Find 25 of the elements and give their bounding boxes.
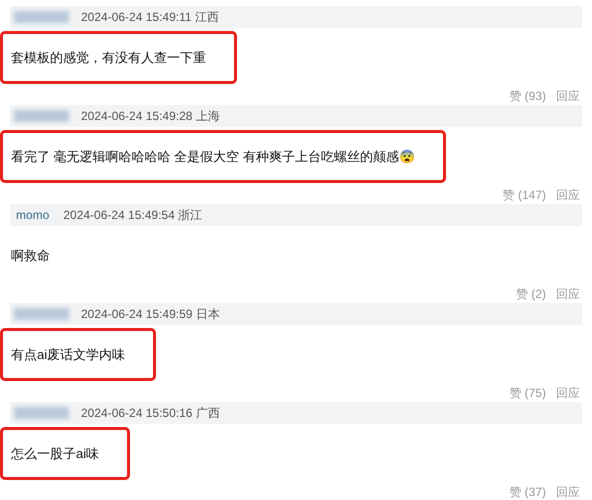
like-button[interactable]: 赞 (2) bbox=[516, 285, 546, 303]
blurred-username bbox=[14, 308, 69, 320]
comment-time: 2024-06-24 15:49:59 日本 bbox=[81, 306, 220, 323]
comment-time: 2024-06-24 15:49:11 江西 bbox=[81, 8, 219, 26]
username[interactable]: momo bbox=[14, 206, 52, 224]
like-button[interactable]: 赞 (75) bbox=[509, 384, 546, 402]
comment-text: 怎么一股子ai味 bbox=[11, 446, 100, 461]
comment-time: 2024-06-24 15:50:16 广西 bbox=[81, 404, 220, 422]
like-button[interactable]: 赞 (93) bbox=[509, 87, 546, 105]
like-button[interactable]: 赞 (147) bbox=[502, 186, 546, 204]
comment-text: 有点ai废话文学内味 bbox=[11, 346, 126, 362]
comment-text: 套模板的感觉，有没有人查一下重 bbox=[11, 50, 206, 65]
comment-text: 啊救命 bbox=[11, 248, 50, 263]
reply-button[interactable]: 回应 bbox=[556, 285, 580, 303]
reply-button[interactable]: 回应 bbox=[556, 87, 580, 105]
comment-time: 2024-06-24 15:49:54 浙江 bbox=[63, 206, 202, 224]
reply-button[interactable]: 回应 bbox=[556, 483, 580, 500]
blurred-username bbox=[14, 10, 69, 23]
like-button[interactable]: 赞 (37) bbox=[509, 483, 546, 500]
comment-time: 2024-06-24 15:49:28 上海 bbox=[81, 108, 220, 125]
blurred-username bbox=[14, 110, 69, 122]
reply-button[interactable]: 回应 bbox=[556, 384, 580, 402]
reply-button[interactable]: 回应 bbox=[556, 186, 580, 204]
blurred-username bbox=[14, 406, 69, 419]
comment-text: 看完了 毫无逻辑啊哈哈哈哈 全是假大空 有种爽子上台吃螺丝的颠感😨 bbox=[11, 148, 415, 164]
